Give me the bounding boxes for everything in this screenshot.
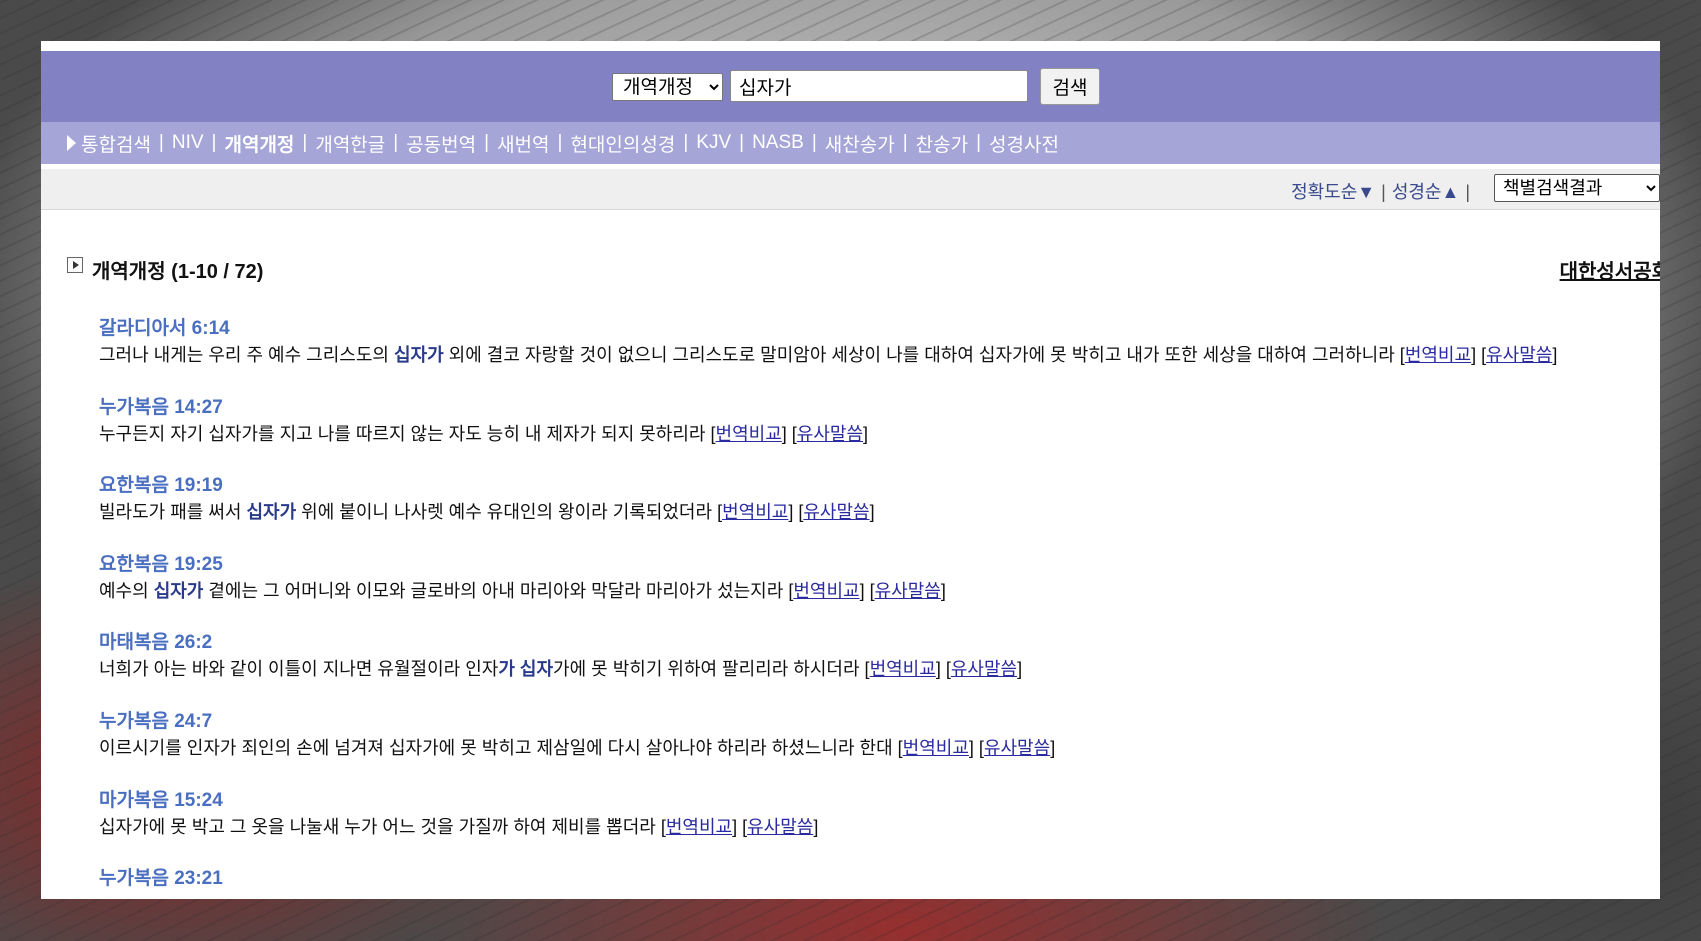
nav-separator: |	[211, 132, 217, 153]
verse-text-part: 가에 못 박히기 위하여 팔리리라 하시더라	[553, 659, 865, 680]
nav-separator: |	[683, 132, 689, 153]
nav-separator: |	[557, 132, 563, 153]
verse-text: 이르시기를 인자가 죄인의 손에 넘겨져 십자가에 못 박히고 제삼일에 다시 …	[99, 737, 1056, 758]
similar-verses-link[interactable]: 유사말씀	[1486, 345, 1552, 365]
compare-translations-link[interactable]: 번역비교	[870, 659, 936, 679]
verse-reference-link[interactable]: 갈라디아서 6:14	[99, 316, 230, 342]
sort-separator: |	[1381, 182, 1386, 202]
search-term-highlight: 십자가	[246, 502, 297, 523]
verse-text: 그러나 내게는 우리 주 예수 그리스도의 십자가 외에 결코 자랑할 것이 없…	[99, 345, 1558, 365]
compare-translations-link[interactable]: 번역비교	[1405, 345, 1471, 365]
version-nav: 통합검색 | NIV | 개역개정 | 개역한글 | 공동번역 | 새번역 | 현대인의성경 | KJV | N…	[41, 122, 1660, 164]
search-term-highlight: 가 십자	[498, 659, 554, 680]
compare-translations-link[interactable]: 번역비교	[716, 424, 782, 444]
verse-result: 누가복음 14:27 누구든지 자기 십자가를 지고 나를 따르지 않는 자도 능…	[99, 395, 1659, 474]
verse-reference-link[interactable]: 누가복음 14:27	[99, 395, 223, 421]
nav-arrow-icon	[67, 135, 76, 151]
results-header: 개역개정 (1-10 / 72) 대한성서공회	[67, 253, 1660, 287]
search-bar: 개역개정 검색	[41, 51, 1660, 122]
similar-verses-link[interactable]: 유사말씀	[797, 424, 863, 444]
nav-item[interactable]: 현대인의성경	[570, 130, 675, 157]
verse-text-part: 예수의	[99, 580, 154, 601]
verse-text-part: 그러나 내게는 우리 주 예수 그리스도의	[99, 345, 394, 365]
similar-verses-link[interactable]: 유사말씀	[875, 581, 941, 601]
sort-links: 정확도순▼ | 성경순▲ |	[1291, 178, 1476, 204]
verse-text-part: 외에 결코 자랑할 것이 없으니 그리스도로 말미암아 세상이 나를 대하여 십…	[443, 345, 1400, 365]
verse-text: 십자가에 못 박고 그 옷을 나눌새 누가 어느 것을 가질까 하여 제비를 뽑…	[99, 816, 819, 837]
verse-text-part: 이르시기를 인자가 죄인의 손에 넘겨져 십자가에 못 박히고 제삼일에 다시 …	[99, 737, 898, 758]
verse-result: 마가복음 15:24 십자가에 못 박고 그 옷을 나눌새 누가 어느 것을 가질…	[99, 788, 1659, 867]
verse-text-part: 십자가에 못 박고 그 옷을 나눌새 누가 어느 것을 가질까 하여 제비를 뽑…	[99, 816, 661, 837]
expand-arrow-icon[interactable]	[67, 257, 83, 273]
nav-separator: |	[484, 132, 490, 153]
nav-separator: |	[739, 132, 745, 153]
verse-text-part: 위에 붙이니 나사렛 예수 유대인의 왕이라 기록되었더라	[296, 502, 718, 523]
nav-item[interactable]: 개역한글	[315, 130, 385, 157]
similar-verses-link[interactable]: 유사말씀	[747, 817, 813, 837]
verse-text: 너희가 아는 바와 같이 이틀이 지나면 유월절이라 인자가 십자가에 못 박히…	[99, 659, 1023, 680]
sort-bible-order-link[interactable]: 성경순▲	[1392, 182, 1460, 202]
result-group-select[interactable]: 책별검색결과	[1494, 174, 1660, 202]
nav-item[interactable]: 공동번역	[406, 130, 476, 157]
results-title: 개역개정 (1-10 / 72)	[92, 261, 264, 283]
verse-reference-link[interactable]: 마가복음 15:24	[99, 788, 223, 814]
nav-item[interactable]: 통합검색	[81, 130, 151, 157]
verse-text: 누구든지 자기 십자가를 지고 나를 따르지 않는 자도 능히 내 제자가 되지…	[99, 423, 869, 444]
nav-item[interactable]: 찬송가	[916, 130, 968, 157]
search-term-highlight: 십자가	[393, 345, 444, 365]
nav-item[interactable]: 새찬송가	[825, 130, 895, 157]
nav-separator: |	[302, 132, 308, 153]
nav-separator: |	[976, 132, 982, 153]
verse-result: 갈라디아서 6:14 그러나 내게는 우리 주 예수 그리스도의 십자가 외에 결…	[99, 316, 1659, 395]
compare-translations-link[interactable]: 번역비교	[722, 502, 788, 522]
verse-result: 요한복음 19:25 예수의 십자가 곁에는 그 어머니와 이모와 글로바의 아내…	[99, 552, 1659, 631]
verse-text: 예수의 십자가 곁에는 그 어머니와 이모와 글로바의 아내 마리아와 막달라 …	[99, 580, 946, 601]
verse-result: 누가복음 23:21	[99, 866, 1659, 899]
verse-text: 빌라도가 패를 써서 십자가 위에 붙이니 나사렛 예수 유대인의 왕이라 기록…	[99, 502, 875, 523]
sort-accuracy-link[interactable]: 정확도순▼	[1291, 182, 1375, 202]
similar-verses-link[interactable]: 유사말씀	[951, 659, 1017, 679]
nav-item[interactable]: NASB	[752, 132, 804, 154]
compare-translations-link[interactable]: 번역비교	[666, 817, 732, 837]
nav-separator: |	[158, 132, 164, 153]
browser-page: 개역개정 검색 통합검색 | NIV | 개역개정 | 개역한글 | 공동번역 | 새번역 | 현대인의…	[41, 41, 1660, 899]
nav-separator: |	[902, 132, 908, 153]
search-input[interactable]	[730, 70, 1028, 102]
search-term-highlight: 십자가	[153, 580, 204, 601]
nav-item[interactable]: 개역개정	[224, 130, 294, 157]
publisher-link[interactable]: 대한성서공회	[1560, 255, 1660, 284]
verse-text-part: 곁에는 그 어머니와 이모와 글로바의 아내 마리아와 막달라 마리아가 섰는지…	[203, 580, 789, 601]
nav-separator: |	[393, 132, 399, 153]
verse-result: 누가복음 24:7 이르시기를 인자가 죄인의 손에 넘겨져 십자가에 못 박히고…	[99, 709, 1659, 788]
version-select[interactable]: 개역개정	[612, 73, 723, 101]
verse-reference-link[interactable]: 누가복음 23:21	[99, 866, 223, 892]
compare-translations-link[interactable]: 번역비교	[903, 738, 969, 758]
verse-reference-link[interactable]: 요한복음 19:19	[99, 473, 223, 499]
verse-reference-link[interactable]: 누가복음 24:7	[99, 709, 212, 735]
sort-separator: |	[1465, 182, 1470, 202]
compare-translations-link[interactable]: 번역비교	[793, 581, 859, 601]
similar-verses-link[interactable]: 유사말씀	[984, 738, 1050, 758]
sort-bar: 정확도순▼ | 성경순▲ | 책별검색결과	[41, 169, 1660, 210]
search-button[interactable]: 검색	[1040, 68, 1100, 105]
verse-reference-link[interactable]: 마태복음 26:2	[99, 630, 212, 656]
verse-reference-link[interactable]: 요한복음 19:25	[99, 552, 223, 578]
nav-item[interactable]: NIV	[172, 132, 204, 154]
verse-result: 요한복음 19:19 빌라도가 패를 써서 십자가 위에 붙이니 나사렛 예수 유…	[99, 473, 1659, 552]
nav-item[interactable]: 새번역	[497, 130, 549, 157]
nav-separator: |	[811, 132, 817, 153]
verse-text-part: 빌라도가 패를 써서	[99, 502, 247, 523]
results-list: 갈라디아서 6:14 그러나 내게는 우리 주 예수 그리스도의 십자가 외에 결…	[99, 316, 1659, 899]
nav-item[interactable]: KJV	[696, 132, 731, 154]
verse-result: 마태복음 26:2 너희가 아는 바와 같이 이틀이 지나면 유월절이라 인자가 …	[99, 630, 1659, 709]
verse-text-part: 누구든지 자기 십자가를 지고 나를 따르지 않는 자도 능히 내 제자가 되지…	[99, 423, 711, 444]
similar-verses-link[interactable]: 유사말씀	[803, 502, 869, 522]
nav-item[interactable]: 성경사전	[989, 130, 1059, 157]
verse-text-part: 너희가 아는 바와 같이 이틀이 지나면 유월절이라 인자	[99, 659, 499, 680]
top-strip	[41, 41, 1660, 51]
